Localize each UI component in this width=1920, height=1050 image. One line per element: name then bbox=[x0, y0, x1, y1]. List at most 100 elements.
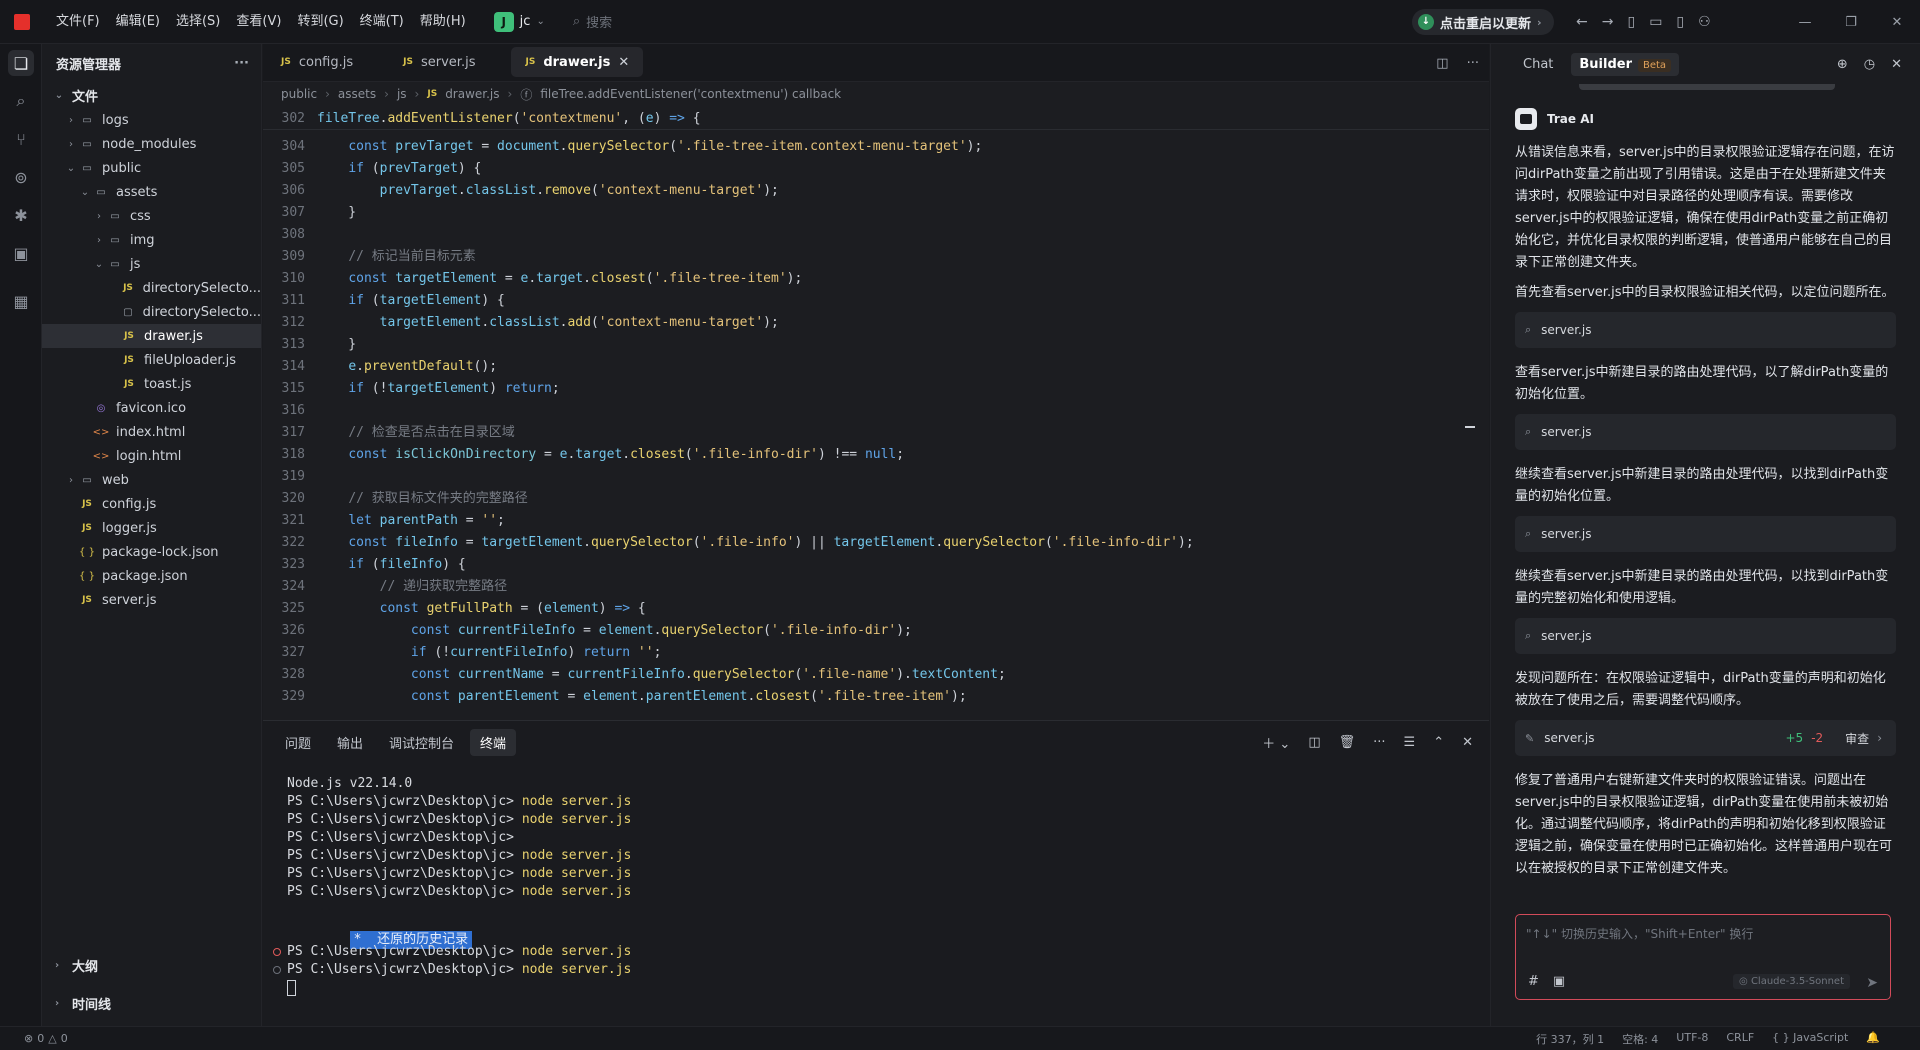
code-line[interactable]: 316 bbox=[263, 400, 1489, 422]
breadcrumb-item[interactable]: js bbox=[397, 87, 407, 101]
language-mode[interactable]: { } JavaScript bbox=[1772, 1031, 1848, 1047]
project-switcher[interactable]: J jc ⌄ bbox=[493, 11, 545, 32]
code-line[interactable]: 318 const isClickOnDirectory = e.target.… bbox=[263, 444, 1489, 466]
code-line[interactable]: 306 prevTarget.classList.remove('context… bbox=[263, 180, 1489, 202]
tree-item[interactable]: { } package.json bbox=[42, 564, 261, 588]
debug-activity[interactable]: ✱ bbox=[0, 196, 42, 234]
tab-problems[interactable]: 问题 bbox=[275, 729, 321, 756]
tab-output[interactable]: 输出 bbox=[327, 729, 373, 756]
menu-edit[interactable]: 编辑(E) bbox=[108, 0, 168, 44]
tab-terminal[interactable]: 终端 bbox=[470, 728, 517, 756]
encoding[interactable]: UTF-8 bbox=[1676, 1031, 1708, 1047]
code-line[interactable]: 312 targetElement.classList.add('context… bbox=[263, 312, 1489, 334]
tree-item[interactable]: › ▭ logs bbox=[42, 108, 261, 132]
tree-item[interactable]: <> login.html bbox=[42, 444, 261, 468]
tree-item[interactable]: ⌄ ▭ js bbox=[42, 252, 261, 276]
file-edit-chip[interactable]: ✎ server.js +5 -2 审查 › bbox=[1515, 720, 1896, 756]
menu-terminal[interactable]: 终端(T) bbox=[352, 0, 412, 44]
menu-view[interactable]: 查看(V) bbox=[228, 0, 289, 44]
split-terminal-icon[interactable]: ◫ bbox=[1308, 735, 1320, 750]
code-line[interactable]: 320 // 获取目标文件夹的完整路径 bbox=[263, 488, 1489, 510]
tree-item[interactable]: JS logger.js bbox=[42, 516, 261, 540]
outline-section[interactable]: › 大纲 bbox=[42, 950, 262, 980]
toggle-sidebar-icon[interactable]: ▯ bbox=[1627, 14, 1635, 30]
code-line[interactable]: 305 if (prevTarget) { bbox=[263, 158, 1489, 180]
menu-file[interactable]: 文件(F) bbox=[48, 0, 108, 44]
search-activity[interactable]: ⌕ bbox=[0, 82, 42, 120]
tree-item[interactable]: › ▭ node_modules bbox=[42, 132, 261, 156]
tree-item[interactable]: JS directorySelecto... bbox=[42, 276, 261, 300]
more-actions-icon[interactable]: ··· bbox=[234, 56, 249, 71]
tree-item[interactable]: › ▭ web bbox=[42, 468, 261, 492]
tab-server-js[interactable]: JS server.js bbox=[389, 43, 489, 81]
code-line[interactable]: 307 } bbox=[263, 202, 1489, 224]
image-icon[interactable]: ▣ bbox=[1553, 974, 1565, 989]
code-line[interactable]: 323 if (fileInfo) { bbox=[263, 554, 1489, 576]
code-line[interactable]: 317 // 检查是否点击在目录区域 bbox=[263, 422, 1489, 444]
more-actions-icon[interactable]: ··· bbox=[1373, 735, 1385, 750]
close-tab-icon[interactable]: ✕ bbox=[618, 55, 629, 70]
tree-item[interactable]: › ▭ css bbox=[42, 204, 261, 228]
hash-icon[interactable]: # bbox=[1528, 974, 1539, 989]
toggle-secondary-sidebar-icon[interactable]: ▯ bbox=[1676, 14, 1684, 30]
toggle-panel-icon[interactable]: ▭ bbox=[1649, 14, 1662, 30]
file-search-chip[interactable]: ⌕ server.js bbox=[1515, 414, 1896, 450]
breadcrumb-item[interactable]: drawer.js bbox=[445, 87, 499, 101]
forward-arrow-icon[interactable]: → bbox=[1602, 14, 1614, 30]
send-icon[interactable]: ➤ bbox=[1866, 975, 1878, 991]
back-arrow-icon[interactable]: ← bbox=[1576, 14, 1588, 30]
explorer-activity[interactable]: ❏ bbox=[0, 44, 42, 82]
split-editor-icon[interactable]: ◫ bbox=[1436, 56, 1448, 71]
code-line[interactable]: 309 // 标记当前目标元素 bbox=[263, 246, 1489, 268]
tree-item[interactable]: { } package-lock.json bbox=[42, 540, 261, 564]
code-line[interactable]: 319 bbox=[263, 466, 1489, 488]
tree-item[interactable]: JS config.js bbox=[42, 492, 261, 516]
preview-activity[interactable]: ▣ bbox=[0, 234, 42, 272]
chat-input[interactable]: "↑↓" 切换历史输入，"Shift+Enter" 换行 # ▣ ◎ Claud… bbox=[1515, 914, 1891, 1000]
files-section-header[interactable]: ⌄ 文件 bbox=[42, 82, 261, 108]
tree-item[interactable]: JS drawer.js bbox=[42, 324, 261, 348]
tree-item[interactable]: ◎ favicon.ico bbox=[42, 396, 261, 420]
command-status-dot[interactable] bbox=[273, 966, 281, 974]
code-line[interactable]: 313 } bbox=[263, 334, 1489, 356]
code-line[interactable]: 326 const currentFileInfo = element.quer… bbox=[263, 620, 1489, 642]
close-chat-icon[interactable]: ✕ bbox=[1891, 57, 1902, 72]
tree-item[interactable]: <> index.html bbox=[42, 420, 261, 444]
breadcrumb-item[interactable]: public bbox=[281, 87, 317, 101]
tree-item[interactable]: JS toast.js bbox=[42, 372, 261, 396]
terminal-settings-icon[interactable]: ☰ bbox=[1404, 735, 1416, 750]
notifications-bell-icon[interactable]: 🔔 bbox=[1866, 1031, 1880, 1047]
tree-item[interactable]: ⌄ ▭ assets bbox=[42, 180, 261, 204]
timeline-section[interactable]: › 时间线 bbox=[42, 988, 262, 1018]
source-control-activity[interactable]: ⑂ bbox=[0, 120, 42, 158]
cursor-position[interactable]: 行 337，列 1 bbox=[1536, 1031, 1604, 1047]
tab-debug-console[interactable]: 调试控制台 bbox=[379, 729, 464, 756]
tab-builder[interactable]: Builder Beta bbox=[1571, 52, 1680, 76]
code-line[interactable]: 324 // 递归获取完整路径 bbox=[263, 576, 1489, 598]
menu-goto[interactable]: 转到(G) bbox=[289, 0, 351, 44]
sticky-scroll-line[interactable]: 302 fileTree.addEventListener('contextme… bbox=[263, 108, 1489, 130]
tree-item[interactable]: JS fileUploader.js bbox=[42, 348, 261, 372]
tab-chat[interactable]: Chat bbox=[1515, 53, 1561, 76]
maximize-panel-icon[interactable]: ⌃ bbox=[1433, 735, 1444, 750]
code-line[interactable]: 329 const parentElement = element.parent… bbox=[263, 686, 1489, 708]
remote-activity[interactable]: ⊚ bbox=[0, 158, 42, 196]
tree-item[interactable]: ⌄ ▭ public bbox=[42, 156, 261, 180]
account-icon[interactable]: ⚇ bbox=[1698, 14, 1711, 30]
problems-status[interactable]: ⊗ 0 △ 0 bbox=[0, 1032, 68, 1045]
new-terminal-icon[interactable]: ＋ ⌄ bbox=[1262, 733, 1290, 752]
code-line[interactable]: 314 e.preventDefault(); bbox=[263, 356, 1489, 378]
tree-item[interactable]: › ▭ img bbox=[42, 228, 261, 252]
new-chat-icon[interactable]: ⊕ bbox=[1837, 57, 1848, 72]
code-line[interactable]: 325 const getFullPath = (element) => { bbox=[263, 598, 1489, 620]
code-line[interactable]: 328 const currentName = currentFileInfo.… bbox=[263, 664, 1489, 686]
code-line[interactable]: 327 if (!currentFileInfo) return ''; bbox=[263, 642, 1489, 664]
close-window-icon[interactable]: ✕ bbox=[1874, 15, 1920, 30]
code-line[interactable]: 322 const fileInfo = targetElement.query… bbox=[263, 532, 1489, 554]
code-line[interactable]: 321 let parentPath = ''; bbox=[263, 510, 1489, 532]
tab-config-js[interactable]: JS config.js bbox=[267, 43, 367, 81]
more-actions-icon[interactable]: ··· bbox=[1467, 56, 1479, 71]
history-icon[interactable]: ◷ bbox=[1864, 57, 1875, 72]
minimize-icon[interactable]: — bbox=[1782, 15, 1828, 30]
terminal-output[interactable]: Node.js v22.14.0 PS C:\Users\jcwrz\Deskto… bbox=[263, 763, 1489, 997]
